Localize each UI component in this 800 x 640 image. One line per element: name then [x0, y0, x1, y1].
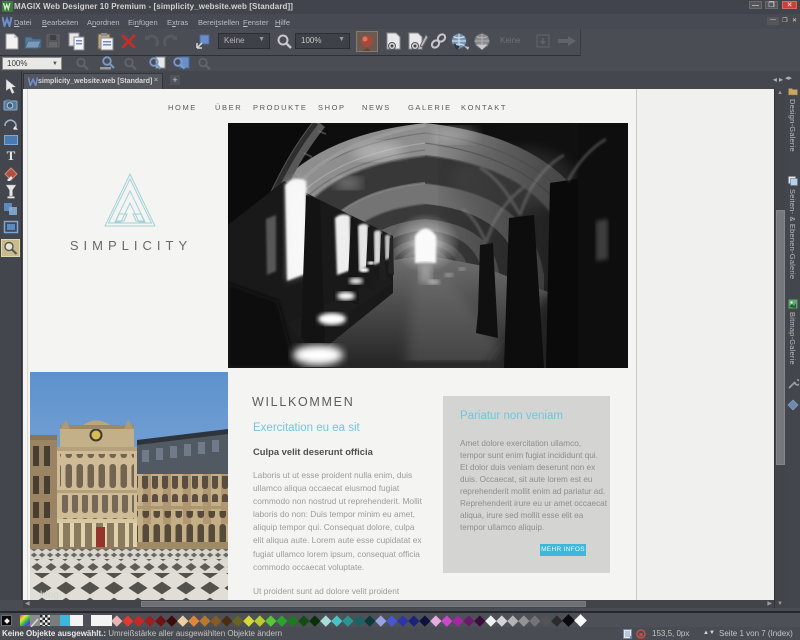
svg-text:blog: blog	[40, 590, 59, 600]
